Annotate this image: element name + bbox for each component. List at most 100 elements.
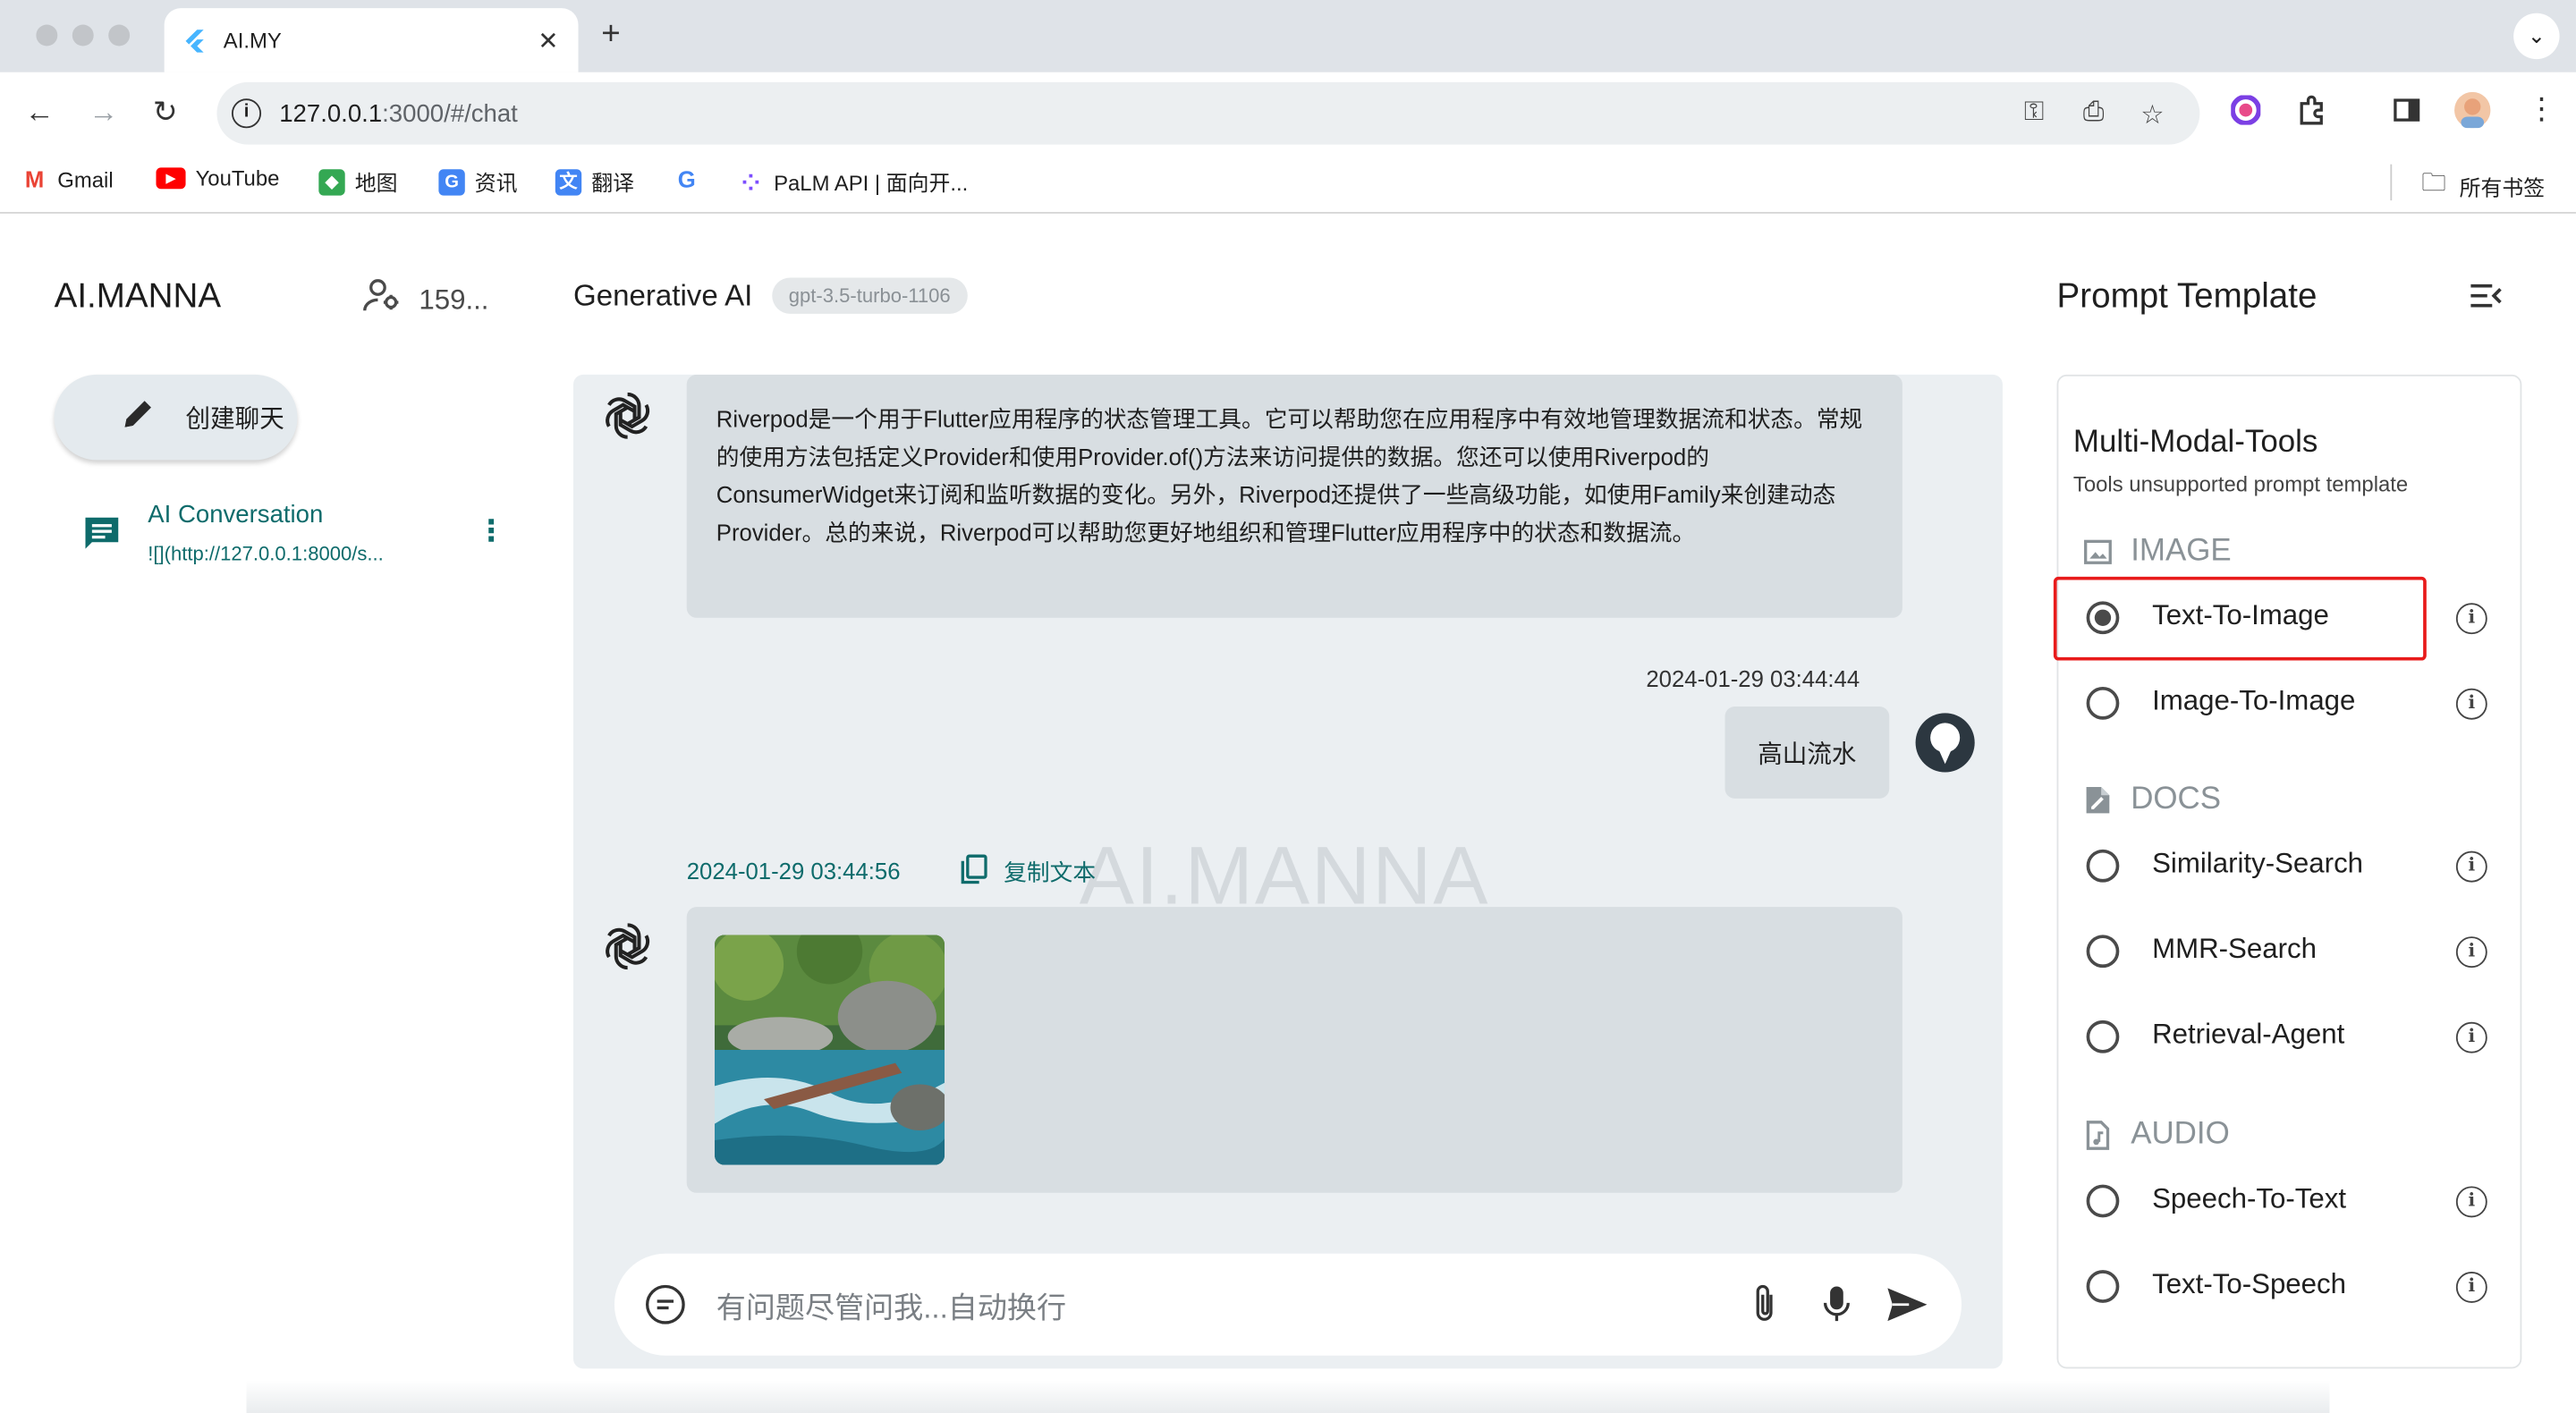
bookmark-star-icon[interactable]: ☆ [2140, 98, 2164, 131]
option-speech-to-text[interactable]: Speech-To-Text i [2058, 1168, 2523, 1233]
option-retrieval-agent[interactable]: Retrieval-Agent i [2058, 1004, 2523, 1070]
bookmark-label: Gmail [57, 166, 114, 192]
window-close-dot[interactable] [36, 24, 58, 47]
option-image-to-image[interactable]: Image-To-Image i [2058, 671, 2523, 736]
brand-title: AI.MANNA [54, 277, 222, 316]
profile-avatar[interactable] [2454, 91, 2491, 137]
copy-text-label: 复制文本 [1004, 858, 1097, 885]
info-icon[interactable]: i [2455, 1021, 2487, 1053]
option-label: MMR-Search [2152, 933, 2317, 965]
pencil-icon [120, 396, 156, 439]
option-label: Retrieval-Agent [2152, 1019, 2345, 1050]
option-label: Image-To-Image [2152, 685, 2356, 717]
browser-tab-strip: AI.MY ✕ + ⌄ [0, 0, 2576, 72]
message-composer[interactable]: 有问题尽管问我...自动换行 [614, 1253, 1962, 1356]
image-icon [2083, 537, 2113, 567]
user-avatar [1915, 713, 1975, 773]
tab-search-icon[interactable]: ⌄ [2513, 13, 2560, 60]
copy-text-button[interactable]: 复制文本 [961, 854, 1096, 889]
bookmark-palm[interactable]: ⁘ PaLM API | 面向开... [737, 166, 969, 198]
attachment-icon[interactable] [1748, 1283, 1781, 1334]
menu-collapse-icon[interactable] [2470, 283, 2503, 317]
site-info-icon[interactable]: i [231, 98, 262, 129]
option-mmr-search[interactable]: MMR-Search i [2058, 918, 2523, 984]
user-count[interactable]: 159... [363, 277, 489, 322]
assistant-message-text: Riverpod是一个用于Flutter应用程序的状态管理工具。它可以帮助您在应… [686, 374, 1902, 618]
radio[interactable] [2086, 849, 2120, 883]
back-arrow-icon[interactable]: ← [25, 96, 55, 131]
reload-icon[interactable]: ↻ [153, 96, 178, 131]
option-similarity-search[interactable]: Similarity-Search i [2058, 833, 2523, 898]
url-host: 127.0.0.1 [279, 99, 383, 128]
maps-icon: ◆ [318, 168, 345, 195]
all-bookmarks-label: 所有书签 [2459, 175, 2546, 201]
side-panel-icon[interactable] [2392, 96, 2421, 133]
info-icon[interactable]: i [2455, 688, 2487, 720]
conversation-item[interactable]: AI Conversation ![](http://127.0.0.1:800… [82, 498, 510, 580]
chat-prompt-icon[interactable] [644, 1283, 687, 1334]
user-message: 高山流水 [1724, 706, 1890, 799]
microphone-icon[interactable] [1820, 1283, 1853, 1334]
extensions-puzzle-icon[interactable] [2297, 95, 2326, 133]
openai-logo-icon [599, 918, 655, 974]
radio[interactable] [2086, 935, 2120, 969]
send-icon[interactable] [1886, 1287, 1929, 1332]
google-icon: G [674, 165, 700, 192]
address-bar[interactable]: i 127.0.0.1:3000/#/chat ⚿ ⎙ ☆ [216, 81, 2200, 145]
bookmark-news[interactable]: G 资讯 [438, 166, 518, 198]
bookmark-label: 翻译 [591, 171, 634, 196]
create-chat-button[interactable]: 创建聊天 [54, 374, 298, 461]
screen: AI.MY ✕ + ⌄ ← → ↻ i 127.0.0.1:3000/#/cha… [0, 0, 2576, 1413]
conversation-snippet: ![](http://127.0.0.1:8000/s... [148, 542, 384, 565]
window-zoom-dot[interactable] [108, 24, 131, 47]
bookmark-label: PaLM API | 面向开... [774, 171, 969, 196]
info-icon[interactable]: i [2455, 850, 2487, 883]
tab-title: AI.MY [223, 28, 282, 53]
app-body: AI.MANNA 159... 创建聊天 AI Conversation ![]… [0, 215, 2576, 1413]
bookmark-google[interactable]: G [674, 165, 709, 192]
browser-tab-active[interactable]: AI.MY ✕ [164, 8, 579, 72]
tab-close-icon[interactable]: ✕ [538, 25, 558, 55]
user-count-value: 159... [419, 283, 489, 315]
option-label: Text-To-Speech [2152, 1268, 2347, 1300]
create-chat-label: 创建聊天 [185, 404, 284, 434]
bookmark-youtube[interactable]: ▶ YouTube [156, 166, 279, 190]
option-label: Similarity-Search [2152, 847, 2364, 879]
radio[interactable] [2086, 1020, 2120, 1053]
document-icon [2083, 785, 2113, 815]
bookmark-gmail[interactable]: M Gmail [21, 165, 114, 192]
conversation-more-icon[interactable]: ⋮ [477, 514, 506, 549]
info-icon[interactable]: i [2455, 1186, 2487, 1218]
message-input[interactable]: 有问题尽管问我...自动换行 [716, 1285, 1066, 1328]
section-docs: DOCS [2083, 783, 2221, 818]
model-badge[interactable]: gpt-3.5-turbo-1106 [772, 277, 968, 314]
chat-title: Generative AI [573, 278, 753, 312]
flutter-icon [184, 29, 208, 52]
all-bookmarks[interactable]: 🗀 所有书签 [2421, 166, 2545, 207]
multi-modal-tools-card: Multi-Modal-Tools Tools unsupported prom… [2056, 374, 2523, 1369]
key-icon[interactable]: ⚿ [2024, 98, 2044, 128]
bookmark-translate[interactable]: 文翻译 [555, 166, 634, 198]
radio[interactable] [2086, 686, 2120, 720]
browser-menu-icon[interactable]: ⋮ [2527, 92, 2556, 127]
section-image: IMAGE [2083, 534, 2232, 570]
install-app-icon[interactable]: ⎙ [2083, 98, 2105, 128]
option-text-to-speech[interactable]: Text-To-Speech i [2058, 1254, 2523, 1319]
forward-arrow-icon[interactable]: → [89, 96, 118, 131]
info-icon[interactable]: i [2455, 936, 2487, 969]
radio[interactable] [2086, 1184, 2120, 1218]
radio[interactable] [2086, 1270, 2120, 1303]
window-minimize-dot[interactable] [72, 24, 94, 47]
manage-accounts-icon [363, 277, 402, 322]
info-icon[interactable]: i [2455, 1271, 2487, 1303]
info-icon[interactable]: i [2455, 603, 2487, 635]
bookmarks-bar: M Gmail ▶ YouTube ◆ 地图 G 资讯 文翻译 G ⁘ PaLM API … [0, 154, 2576, 214]
bookmark-maps[interactable]: ◆ 地图 [318, 166, 398, 198]
card-subtitle: Tools unsupported prompt template [2072, 471, 2409, 496]
section-label: DOCS [2131, 782, 2222, 817]
assistant-message-time: 2024-01-29 03:44:56 [686, 858, 901, 884]
generated-image[interactable] [714, 935, 945, 1165]
new-tab-button[interactable]: + [601, 16, 620, 54]
bottom-shadow [246, 1380, 2330, 1413]
extension-color-icon[interactable] [2230, 94, 2262, 133]
